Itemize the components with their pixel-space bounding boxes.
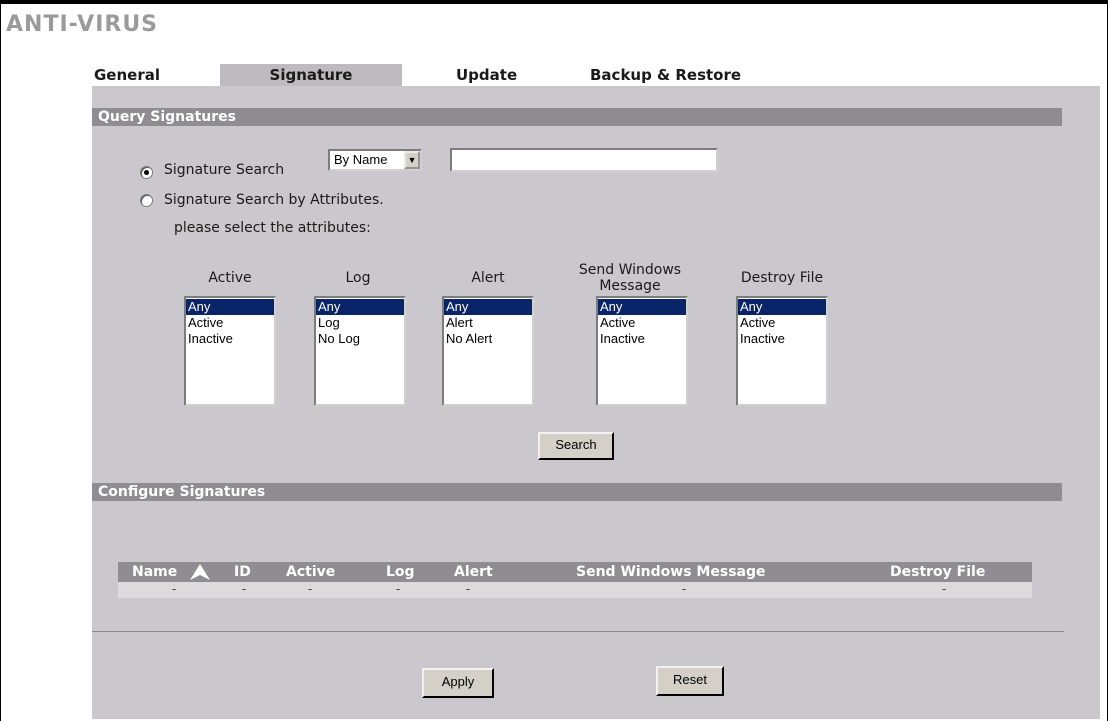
chevron-down-icon[interactable]: ▼ [404,151,420,169]
signature-search-label: Signature Search [164,162,285,178]
list-option[interactable]: Inactive [186,331,274,347]
list-option[interactable]: Any [444,299,532,315]
query-signatures-header: Query Signatures [92,108,1062,126]
page-title: ANTI-VIRUS [6,12,159,37]
table-cell: - [172,582,177,596]
active-table-column-header: Active [286,564,336,580]
top-border [0,0,1108,4]
send-windows-message-column-header: Send Windows Message [578,262,682,294]
destroy-file-column-header: Destroy File [740,270,824,286]
attribute-hint: please select the attributes: [174,220,371,236]
signature-panel: Query Signatures Signature Search By Nam… [92,86,1100,719]
destroy-file-listbox[interactable]: Any Active Inactive [736,296,828,406]
table-cell: - [682,582,687,596]
table-cell: - [242,582,247,596]
list-option[interactable]: Inactive [738,331,826,347]
log-listbox[interactable]: Any Log No Log [314,296,406,406]
list-option[interactable]: Inactive [598,331,686,347]
search-by-value: By Name [334,152,388,167]
log-column-header: Log [345,270,371,286]
list-option[interactable]: Active [186,315,274,331]
list-option[interactable]: Log [316,315,404,331]
attribute-search-label: Signature Search by Attributes. [164,192,384,208]
tab-update[interactable]: Update [456,64,546,86]
configure-signatures-header: Configure Signatures [92,483,1062,501]
table-cell: - [396,582,401,596]
log-table-column-header: Log [386,564,415,580]
reset-button[interactable]: Reset [656,666,724,696]
destroy-file-table-column-header: Destroy File [890,564,986,580]
name-column-label: Name [132,564,178,580]
divider [92,631,1064,632]
list-option[interactable]: No Log [316,331,404,347]
attribute-search-radio[interactable] [140,194,153,207]
name-column-header[interactable]: Name [132,562,177,582]
signature-table-header: Name ID Active Log Alert Send Windows Me… [118,562,1032,582]
tab-general[interactable]: General [94,64,194,86]
table-cell: - [308,582,313,596]
id-column-header: ID [234,564,251,580]
apply-button[interactable]: Apply [422,668,494,698]
tab-backup-restore[interactable]: Backup & Restore [590,64,770,86]
list-option[interactable]: Any [598,299,686,315]
list-option[interactable]: No Alert [444,331,532,347]
list-option[interactable]: Any [738,299,826,315]
table-cell: - [942,582,947,596]
send-windows-message-listbox[interactable]: Any Active Inactive [596,296,688,406]
list-option[interactable]: Alert [444,315,532,331]
list-option[interactable]: Active [738,315,826,331]
send-windows-message-table-column-header: Send Windows Message [576,564,766,580]
alert-column-header: Alert [471,270,505,286]
list-option[interactable]: Active [598,315,686,331]
alert-listbox[interactable]: Any Alert No Alert [442,296,534,406]
tab-signature[interactable]: Signature [220,64,402,86]
signature-search-input[interactable] [450,148,718,172]
table-row: - - - - - - - [118,582,1032,598]
list-option[interactable]: Any [316,299,404,315]
alert-table-column-header: Alert [454,564,493,580]
sort-ascending-icon[interactable] [190,564,210,580]
active-column-header: Active [208,270,252,286]
active-listbox[interactable]: Any Active Inactive [184,296,276,406]
search-by-select[interactable]: By Name ▼ [328,149,422,171]
search-button[interactable]: Search [538,432,614,460]
list-option[interactable]: Any [186,299,274,315]
table-cell: - [466,582,471,596]
signature-search-radio[interactable] [140,166,153,179]
